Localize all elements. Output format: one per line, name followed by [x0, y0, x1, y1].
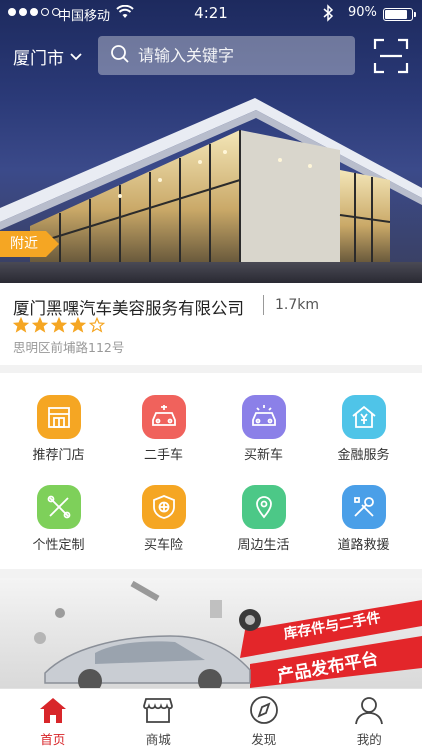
promo-banner[interactable]: 库存件与二手件 产品发布平台 [0, 578, 422, 688]
service-recommended-store[interactable]: 推荐门店 [6, 373, 111, 463]
city-label: 厦门市 [13, 49, 64, 69]
shop-distance: 1.7km [275, 297, 320, 313]
shop-card[interactable]: 厦门黑嘿汽车美容服务有限公司 1.7km 思明区前埔路112号 [0, 283, 422, 365]
bluetooth-icon [322, 4, 334, 26]
tab-label: 商城 [145, 732, 171, 747]
nearby-tag: 附近 [0, 231, 59, 257]
tab-home[interactable]: 首页 [0, 689, 106, 750]
battery-percent: 90% [348, 5, 377, 20]
star-empty-icon [89, 317, 105, 333]
service-customize[interactable]: 个性定制 [6, 463, 111, 553]
service-new-car[interactable]: 买新车 [211, 373, 316, 463]
service-label: 二手车 [143, 448, 183, 463]
service-label: 周边生活 [237, 538, 290, 553]
chevron-down-icon [70, 50, 82, 64]
shop-name: 厦门黑嘿汽车美容服务有限公司 [13, 299, 244, 318]
search-input[interactable] [138, 46, 338, 65]
status-bar: 中国移动 4:21 90% [0, 0, 422, 28]
service-label: 个性定制 [32, 538, 85, 553]
city-selector[interactable]: 厦门市 [13, 44, 82, 69]
compass-icon [249, 696, 278, 724]
scan-qr-button[interactable] [373, 38, 409, 74]
service-used-car[interactable]: 二手车 [111, 373, 216, 463]
tab-label: 首页 [40, 732, 66, 747]
service-car-insurance[interactable]: 买车险 [111, 463, 216, 553]
star-filled-icon [13, 317, 29, 333]
new-car-icon [242, 395, 286, 439]
search-bar[interactable] [98, 36, 355, 75]
search-icon [110, 44, 130, 68]
home-icon [39, 698, 66, 723]
divider [263, 295, 264, 315]
service-label: 推荐门店 [32, 448, 85, 463]
services-grid: 推荐门店 二手车 买新车 金融服务 个性定制 买车险 周边生活 道路救援 [0, 373, 422, 569]
star-filled-icon [51, 317, 67, 333]
scan-icon [373, 38, 409, 74]
service-road-rescue[interactable]: 道路救援 [311, 463, 416, 553]
tab-shop[interactable]: 商城 [106, 689, 212, 750]
tab-label: 发现 [251, 732, 277, 747]
finance-icon [342, 395, 386, 439]
star-filled-icon [70, 317, 86, 333]
tab-mine[interactable]: 我的 [317, 689, 422, 750]
app-screen: 中国移动 4:21 90% 厦门市 附近 厦门黑嘿汽车美容 [0, 0, 422, 750]
shop-address: 思明区前埔路112号 [13, 340, 125, 355]
battery-icon [383, 8, 416, 21]
rescue-tools-icon [342, 485, 386, 529]
customize-icon [37, 485, 81, 529]
shop-icon [143, 698, 174, 723]
used-car-icon [142, 395, 186, 439]
rating-stars [13, 317, 105, 333]
service-finance[interactable]: 金融服务 [311, 373, 416, 463]
service-label: 买新车 [243, 448, 283, 463]
star-filled-icon [32, 317, 48, 333]
location-pin-icon [242, 485, 286, 529]
user-icon [355, 697, 384, 725]
store-icon [37, 395, 81, 439]
bottom-tab-bar: 首页 商城 发现 我的 [0, 688, 422, 750]
tab-label: 我的 [356, 732, 382, 747]
service-label: 道路救援 [337, 538, 390, 553]
service-nearby-life[interactable]: 周边生活 [211, 463, 316, 553]
insurance-icon [142, 485, 186, 529]
service-label: 金融服务 [337, 448, 390, 463]
service-label: 买车险 [143, 538, 183, 553]
tab-discover[interactable]: 发现 [211, 689, 317, 750]
